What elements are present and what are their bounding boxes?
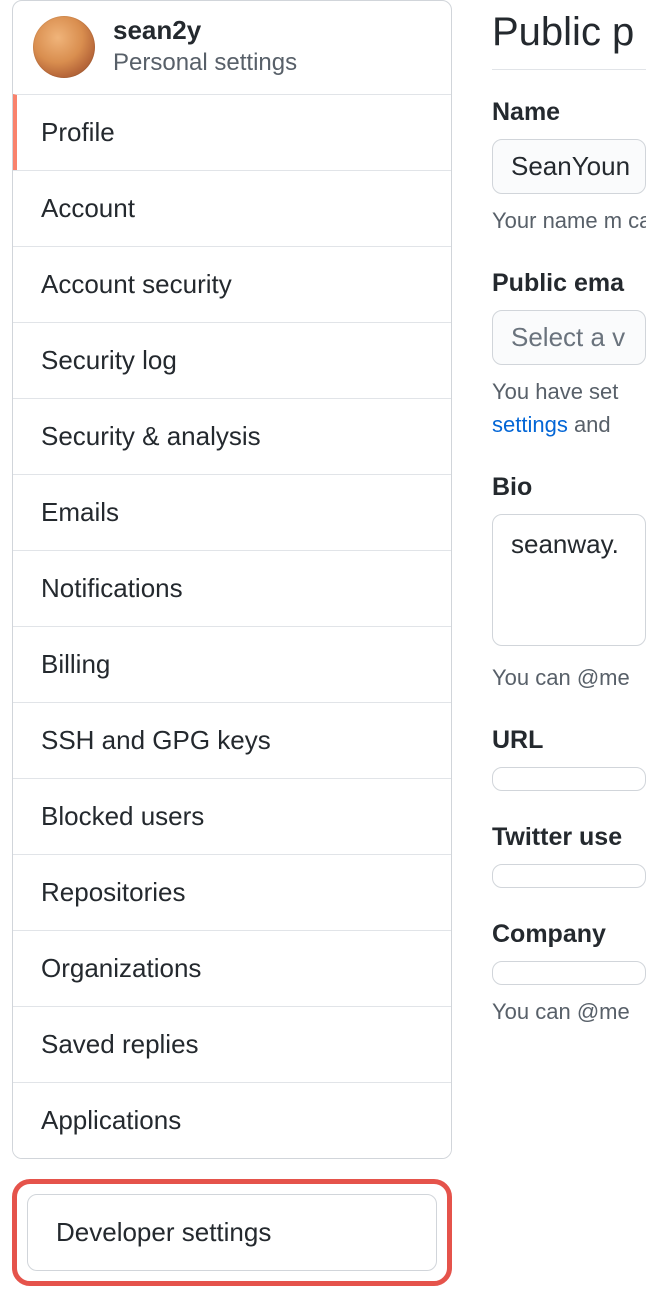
bio-help: You can @me	[492, 661, 646, 694]
sidebar-item-label: Emails	[41, 497, 119, 527]
sidebar-item-label: Account security	[41, 269, 232, 299]
sidebar-item-saved-replies[interactable]: Saved replies	[13, 1006, 451, 1082]
sidebar-header: sean2y Personal settings	[13, 1, 451, 94]
field-company: Company You can @me	[492, 920, 646, 1028]
sidebar-item-label: Organizations	[41, 953, 201, 983]
field-name: Name SeanYoun Your name m can remove i	[492, 98, 646, 237]
sidebar-item-security-log[interactable]: Security log	[13, 322, 451, 398]
sidebar-item-billing[interactable]: Billing	[13, 626, 451, 702]
public-email-select[interactable]: Select a v	[492, 310, 646, 365]
sidebar-item-label: Notifications	[41, 573, 183, 603]
sidebar-item-organizations[interactable]: Organizations	[13, 930, 451, 1006]
name-label: Name	[492, 98, 646, 127]
company-help: You can @me	[492, 995, 646, 1028]
sidebar-item-ssh-and-gpg-keys[interactable]: SSH and GPG keys	[13, 702, 451, 778]
sidebar-item-profile[interactable]: Profile	[13, 94, 451, 170]
field-url: URL	[492, 726, 646, 791]
username: sean2y	[113, 15, 297, 46]
developer-settings-highlight: Developer settings	[12, 1179, 452, 1286]
sidebar: sean2y Personal settings Profile Account A…	[12, 0, 452, 1286]
field-public-email: Public ema Select a v You have set setti…	[492, 269, 646, 441]
sidebar-subtitle: Personal settings	[113, 46, 297, 80]
name-input[interactable]: SeanYoun	[492, 139, 646, 194]
avatar[interactable]	[33, 16, 95, 78]
sidebar-item-label: SSH and GPG keys	[41, 725, 271, 755]
sidebar-item-label: Security & analysis	[41, 421, 261, 451]
sidebar-item-emails[interactable]: Emails	[13, 474, 451, 550]
field-bio: Bio You can @me	[492, 473, 646, 694]
sidebar-item-applications[interactable]: Applications	[13, 1082, 451, 1158]
bio-textarea[interactable]	[492, 514, 646, 646]
sidebar-item-developer-settings[interactable]: Developer settings	[27, 1194, 437, 1271]
sidebar-item-label: Security log	[41, 345, 177, 375]
twitter-input[interactable]	[492, 864, 646, 888]
sidebar-item-label: Applications	[41, 1105, 181, 1135]
company-label: Company	[492, 920, 646, 949]
url-input[interactable]	[492, 767, 646, 791]
sidebar-item-repositories[interactable]: Repositories	[13, 854, 451, 930]
sidebar-item-label: Saved replies	[41, 1029, 199, 1059]
twitter-label: Twitter use	[492, 823, 646, 852]
sidebar-item-label: Billing	[41, 649, 110, 679]
sidebar-item-notifications[interactable]: Notifications	[13, 550, 451, 626]
sidebar-item-label: Blocked users	[41, 801, 204, 831]
sidebar-item-label: Account	[41, 193, 135, 223]
page-title: Public p	[492, 10, 646, 70]
main-content: Public p Name SeanYoun Your name m can r…	[492, 0, 646, 1286]
sidebar-item-account[interactable]: Account	[13, 170, 451, 246]
sidebar-panel: sean2y Personal settings Profile Account A…	[12, 0, 452, 1159]
name-help: Your name m can remove i	[492, 204, 646, 237]
public-email-help: You have set settings and	[492, 375, 646, 441]
email-settings-link[interactable]: settings	[492, 412, 568, 437]
sidebar-item-label: Developer settings	[56, 1217, 271, 1247]
sidebar-item-label: Repositories	[41, 877, 186, 907]
field-twitter: Twitter use	[492, 823, 646, 888]
sidebar-item-label: Profile	[41, 117, 115, 147]
sidebar-item-blocked-users[interactable]: Blocked users	[13, 778, 451, 854]
bio-label: Bio	[492, 473, 646, 502]
sidebar-item-account-security[interactable]: Account security	[13, 246, 451, 322]
public-email-label: Public ema	[492, 269, 646, 298]
sidebar-item-security-analysis[interactable]: Security & analysis	[13, 398, 451, 474]
url-label: URL	[492, 726, 646, 755]
company-input[interactable]	[492, 961, 646, 985]
